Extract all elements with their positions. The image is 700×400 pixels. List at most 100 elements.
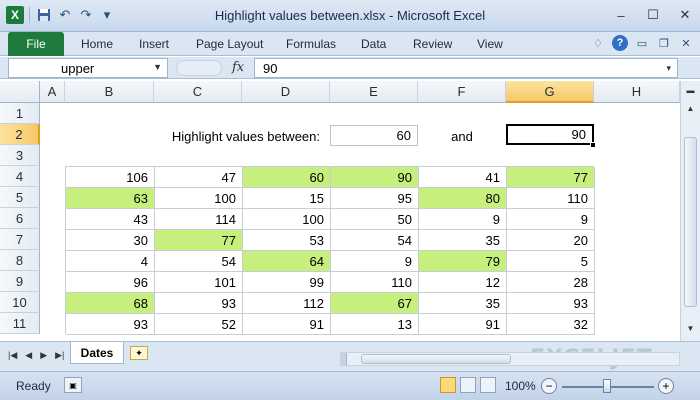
last-sheet-icon[interactable]: ▶| (55, 350, 64, 361)
horizontal-scrollbar[interactable] (340, 352, 680, 366)
table-cell[interactable]: 53 (243, 230, 331, 251)
table-cell[interactable]: 67 (331, 293, 419, 314)
prev-sheet-icon[interactable]: ◀ (25, 350, 32, 361)
tab-split-handle[interactable] (341, 353, 347, 365)
help-icon[interactable]: ? (612, 35, 628, 51)
column-header-d[interactable]: D (242, 81, 330, 103)
table-cell[interactable]: 90 (331, 167, 419, 188)
workbook-minimize-icon[interactable]: ▭ (634, 35, 650, 51)
page-break-view-icon[interactable] (480, 377, 496, 393)
table-cell[interactable]: 63 (66, 188, 155, 209)
maximize-icon[interactable]: ☐ (644, 6, 662, 24)
table-cell[interactable]: 50 (331, 209, 419, 230)
table-cell[interactable]: 91 (419, 314, 507, 335)
table-cell[interactable]: 100 (155, 188, 243, 209)
table-cell[interactable]: 91 (243, 314, 331, 335)
table-cell[interactable]: 114 (155, 209, 243, 230)
insert-sheet-icon[interactable]: ✦ (130, 346, 148, 360)
tab-file[interactable]: File (8, 32, 64, 56)
vertical-scrollbar[interactable]: ▬ ▲ ▼ (680, 81, 700, 341)
table-cell[interactable]: 13 (331, 314, 419, 335)
tab-review[interactable]: Review (413, 37, 452, 51)
column-header-f[interactable]: F (418, 81, 506, 103)
workbook-close-icon[interactable]: ✕ (678, 35, 694, 51)
column-header-h[interactable]: H (594, 81, 680, 103)
table-cell[interactable]: 96 (66, 272, 155, 293)
page-layout-view-icon[interactable] (460, 377, 476, 393)
select-all-corner[interactable] (0, 81, 40, 103)
table-cell[interactable]: 9 (419, 209, 507, 230)
macro-record-icon[interactable]: ▣ (64, 377, 82, 393)
zoom-out-icon[interactable]: − (541, 378, 557, 394)
table-cell[interactable]: 43 (66, 209, 155, 230)
lower-bound-cell[interactable]: 60 (330, 125, 418, 146)
table-cell[interactable]: 4 (66, 251, 155, 272)
row-header-8[interactable]: 8 (0, 250, 40, 271)
table-cell[interactable]: 54 (155, 251, 243, 272)
worksheet-grid[interactable]: A B C D E F G H 1 2 3 4 5 6 7 8 9 10 11 … (0, 81, 680, 341)
table-cell[interactable]: 54 (331, 230, 419, 251)
table-cell[interactable]: 93 (66, 314, 155, 335)
tab-home[interactable]: Home (81, 37, 113, 51)
table-cell[interactable]: 60 (243, 167, 331, 188)
name-box[interactable]: upper ▼ (8, 58, 168, 78)
table-cell[interactable]: 15 (243, 188, 331, 209)
table-cell[interactable]: 95 (331, 188, 419, 209)
horizontal-scroll-thumb[interactable] (361, 354, 511, 364)
table-cell[interactable]: 77 (155, 230, 243, 251)
row-header-7[interactable]: 7 (0, 229, 40, 250)
table-cell[interactable]: 35 (419, 230, 507, 251)
table-cell[interactable]: 5 (507, 251, 595, 272)
row-header-6[interactable]: 6 (0, 208, 40, 229)
normal-view-icon[interactable] (440, 377, 456, 393)
tab-view[interactable]: View (477, 37, 503, 51)
ribbon-minimize-icon[interactable]: ♢ (590, 35, 606, 51)
row-header-10[interactable]: 10 (0, 292, 40, 313)
table-cell[interactable]: 79 (419, 251, 507, 272)
table-cell[interactable]: 77 (507, 167, 595, 188)
table-cell[interactable]: 93 (507, 293, 595, 314)
table-cell[interactable]: 110 (507, 188, 595, 209)
zoom-in-icon[interactable]: + (658, 378, 674, 394)
table-cell[interactable]: 30 (66, 230, 155, 251)
workbook-restore-icon[interactable]: ❐ (656, 35, 672, 51)
fill-handle[interactable] (590, 142, 596, 148)
table-cell[interactable]: 110 (331, 272, 419, 293)
column-header-g[interactable]: G (506, 81, 594, 103)
table-cell[interactable]: 101 (155, 272, 243, 293)
table-cell[interactable]: 32 (507, 314, 595, 335)
table-cell[interactable]: 9 (507, 209, 595, 230)
table-cell[interactable]: 12 (419, 272, 507, 293)
row-header-1[interactable]: 1 (0, 103, 40, 124)
zoom-level[interactable]: 100% (505, 379, 536, 393)
first-sheet-icon[interactable]: |◀ (8, 350, 17, 361)
column-header-c[interactable]: C (154, 81, 242, 103)
tab-formulas[interactable]: Formulas (286, 37, 336, 51)
formula-input[interactable]: 90 ▾ (254, 58, 678, 78)
table-cell[interactable]: 68 (66, 293, 155, 314)
table-cell[interactable]: 112 (243, 293, 331, 314)
column-header-a[interactable]: A (40, 81, 65, 103)
table-cell[interactable]: 28 (507, 272, 595, 293)
tab-page-layout[interactable]: Page Layout (196, 37, 263, 51)
column-header-b[interactable]: B (65, 81, 154, 103)
sheet-tab-dates[interactable]: Dates (70, 342, 124, 364)
table-cell[interactable]: 93 (155, 293, 243, 314)
tab-data[interactable]: Data (361, 37, 386, 51)
row-header-2[interactable]: 2 (0, 124, 40, 145)
table-cell[interactable]: 35 (419, 293, 507, 314)
table-cell[interactable]: 52 (155, 314, 243, 335)
expand-formula-bar-icon[interactable]: ▾ (666, 63, 671, 74)
chevron-down-icon[interactable]: ▼ (153, 62, 162, 72)
table-cell[interactable]: 106 (66, 167, 155, 188)
row-header-4[interactable]: 4 (0, 166, 40, 187)
scroll-down-icon[interactable]: ▼ (683, 321, 698, 336)
row-header-11[interactable]: 11 (0, 313, 40, 334)
zoom-slider-thumb[interactable] (603, 379, 611, 393)
formula-bar-splitter[interactable] (176, 60, 222, 76)
row-header-3[interactable]: 3 (0, 145, 40, 166)
minimize-icon[interactable]: – (612, 6, 630, 24)
table-cell[interactable]: 20 (507, 230, 595, 251)
close-icon[interactable]: ✕ (676, 6, 694, 24)
tab-insert[interactable]: Insert (139, 37, 169, 51)
